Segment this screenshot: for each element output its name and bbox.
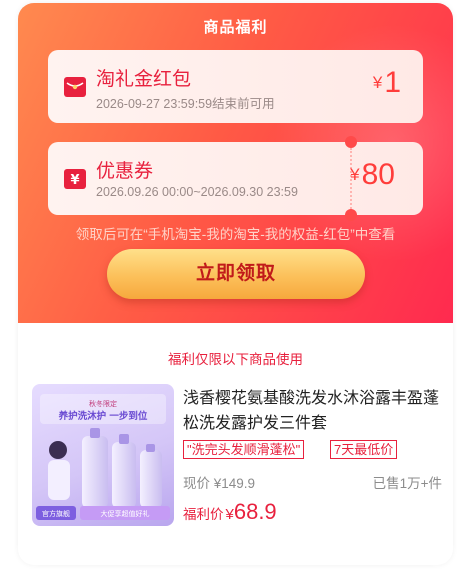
benefit-price: 福利价 ¥68.9 [183,499,277,525]
current-price: 现价 ¥149.9 [183,472,255,492]
benefit-price-value: 68.9 [233,499,277,524]
coupon-discount[interactable]: ¥ 优惠券 2026.09.26 00:00~2026.09.30 23:59 … [48,136,423,221]
section-title: 福利仅限以下商品使用 [168,352,303,367]
red-envelope-icon [64,77,86,97]
thumb-brand-line: 秋冬限定 [89,399,117,408]
currency-symbol: ¥ [372,73,383,92]
benefit-price-label: 福利价 [183,507,224,522]
coupon-amount: ¥80 [350,158,395,192]
product-tag: 7天最低价 [330,440,398,459]
coupon-notch [345,136,357,148]
thumb-left-badge: 官方旗舰 [42,509,70,518]
product-image: 秋冬限定 养护洗沐护 一步到位 官方旗舰 大促享超值好礼 [36,394,170,520]
coupon-amount: ¥1 [373,66,401,100]
thumb-right-badge: 大促享超值好礼 [101,509,150,518]
coupon-name: 优惠券 [96,161,154,182]
current-price-label: 现价 [183,476,210,491]
currency-symbol: ¥ [350,165,360,184]
coupon-value: 1 [384,66,401,99]
sold-count: 已售1万+件 [372,476,442,491]
coupon-validity: 2026-09-27 23:59:59结束前可用 [96,97,275,111]
coupon-red-envelope[interactable]: 淘礼金红包 2026-09-27 23:59:59结束前可用 ¥1 [48,50,423,123]
svg-text:¥: ¥ [70,173,79,188]
thumb-headline: 养护洗沐护 一步到位 [58,410,148,422]
product-thumbnail[interactable]: 秋冬限定 养护洗沐护 一步到位 官方旗舰 大促享超值好礼 [32,384,174,526]
product-item[interactable]: 秋冬限定 养护洗沐护 一步到位 官方旗舰 大促享超值好礼 浅香樱花氨基酸洗发水沐… [32,384,442,527]
coupon-name: 淘礼金红包 [96,69,192,90]
coupon-validity: 2026.09.26 00:00~2026.09.30 23:59 [96,185,298,199]
product-title[interactable]: 浅香樱花氨基酸洗发水沐浴露丰盈蓬松洗发露护发三件套 [183,386,441,436]
page-title: 商品福利 [203,19,268,36]
ticket-icon: ¥ [64,169,86,189]
claim-hint: 领取后可在“手机淘宝-我的淘宝-我的权益-红包”中查看 [75,227,396,242]
product-tag: "洗完头发顺滑蓬松" [183,440,305,459]
benefit-header-panel: 商品福利 淘礼金红包 2026-09-27 23:59:59结束前可用 ¥1 ¥… [18,3,453,323]
currency-symbol: ¥ [225,506,234,523]
claim-button[interactable]: 立即领取 [107,249,365,299]
benefit-card: 商品福利 淘礼金红包 2026-09-27 23:59:59结束前可用 ¥1 ¥… [18,3,453,565]
coupon-notch [345,209,357,221]
coupon-value: 80 [361,158,395,191]
current-price-value: ¥149.9 [213,476,256,491]
